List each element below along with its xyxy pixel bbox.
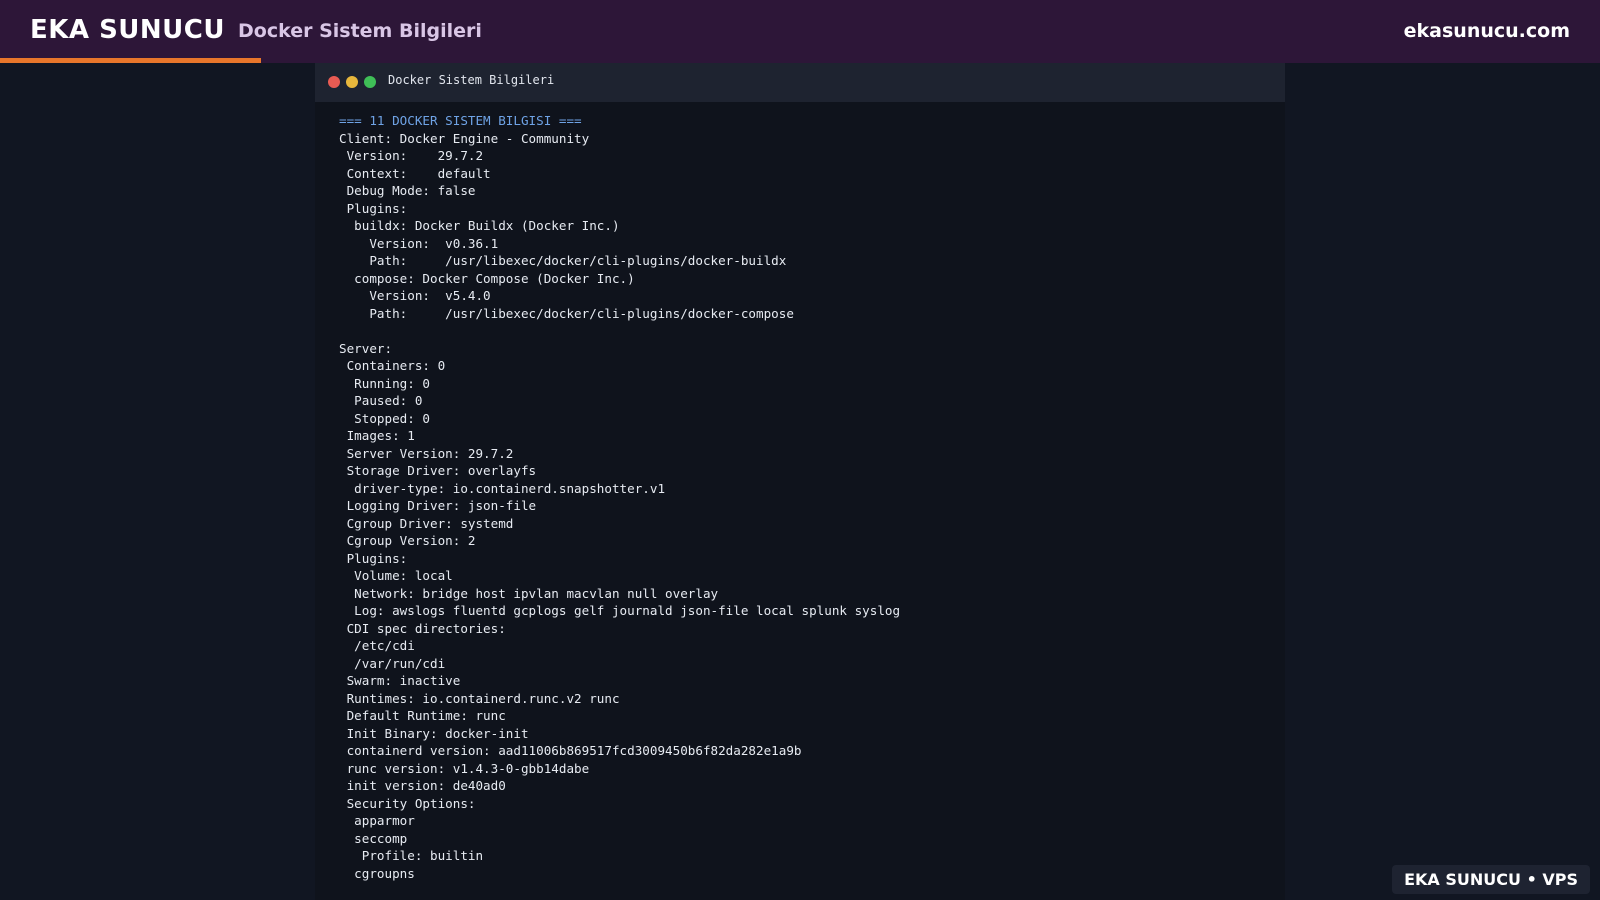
terminal-line: Logging Driver: json-file (339, 498, 537, 513)
terminal-line: Plugins: (339, 200, 408, 216)
terminal-line: Context: default (339, 165, 491, 181)
terminal-titlebar: Docker Sistem Bilgileri (315, 63, 1285, 102)
terminal-line: Security Options: (339, 795, 476, 811)
brand-logo[interactable]: EKA SUNUCU (30, 15, 225, 45)
terminal-line: Stopped: 0 (339, 410, 430, 426)
terminal-line: Cgroup Version: 2 (339, 533, 476, 548)
terminal-line: Version: v0.36.1 (339, 235, 499, 251)
terminal-line: Log: awslogs fluentd gcplogs gelf journa… (339, 603, 901, 618)
terminal-line: Version: 29.7.2 (339, 148, 484, 163)
terminal-window: Docker Sistem Bilgileri === 11 DOCKER SI… (315, 63, 1285, 900)
terminal-line: CDI spec directories: (339, 620, 506, 636)
terminal-line: Images: 1 (339, 428, 415, 443)
terminal-line: Containers: 0 (339, 358, 446, 373)
footer-badge: EKA SUNUCU • VPS (1392, 865, 1590, 894)
terminal-line: Plugins: (339, 550, 408, 566)
maximize-dot-icon[interactable] (364, 76, 376, 88)
top-header: EKA SUNUCU Docker Sistem Bilgileri ekasu… (0, 0, 1600, 63)
accent-bar (0, 58, 261, 63)
terminal-line: seccomp (339, 830, 408, 846)
terminal-line: init version: de40ad0 (339, 778, 506, 793)
terminal-line: runc version: v1.4.3-0-gbb14dabe (339, 760, 590, 776)
page-title: Docker Sistem Bilgileri (238, 20, 482, 42)
terminal-line: buildx: Docker Buildx (Docker Inc.) (339, 218, 620, 233)
terminal-line: Path: /usr/libexec/docker/cli-plugins/do… (339, 305, 794, 321)
site-link[interactable]: ekasunucu.com (1404, 20, 1570, 42)
terminal-line: Path: /usr/libexec/docker/cli-plugins/do… (339, 253, 787, 268)
minimize-dot-icon[interactable] (346, 76, 358, 88)
terminal-line: Profile: builtin (339, 848, 484, 863)
terminal-line: Running: 0 (339, 375, 430, 391)
terminal-line: compose: Docker Compose (Docker Inc.) (339, 270, 635, 286)
terminal-line: Client: Docker Engine - Community (339, 130, 590, 146)
terminal-line: Storage Driver: overlayfs (339, 463, 537, 478)
terminal-line: Init Binary: docker-init (339, 725, 529, 741)
terminal-line: /etc/cdi (339, 638, 415, 653)
close-dot-icon[interactable] (328, 76, 340, 88)
terminal-line: driver-type: io.containerd.snapshotter.v… (339, 480, 666, 496)
terminal-output: === 11 DOCKER SISTEM BILGISI === Client:… (339, 112, 1275, 900)
terminal-line: /var/run/cdi (339, 655, 446, 671)
terminal-line: apparmor (339, 813, 415, 828)
terminal-line: Server: (339, 340, 393, 356)
terminal-line: Runtimes: io.containerd.runc.v2 runc (339, 690, 620, 706)
terminal-line: Paused: 0 (339, 393, 423, 408)
terminal-line: Default Runtime: runc (339, 708, 506, 723)
terminal-heading: === 11 DOCKER SISTEM BILGISI === (339, 113, 582, 128)
terminal-line: Volume: local (339, 568, 453, 583)
terminal-line: Network: bridge host ipvlan macvlan null… (339, 585, 719, 601)
terminal-line: Version: v5.4.0 (339, 288, 491, 303)
terminal-title: Docker Sistem Bilgileri (388, 73, 555, 87)
terminal-line: cgroupns (339, 865, 415, 881)
terminal-line: Swarm: inactive (339, 673, 461, 688)
terminal-line: Server Version: 29.7.2 (339, 445, 514, 461)
terminal-line: containerd version: aad11006b869517fcd30… (339, 743, 802, 758)
terminal-line: Debug Mode: false (339, 183, 476, 198)
terminal-line: Cgroup Driver: systemd (339, 515, 514, 531)
